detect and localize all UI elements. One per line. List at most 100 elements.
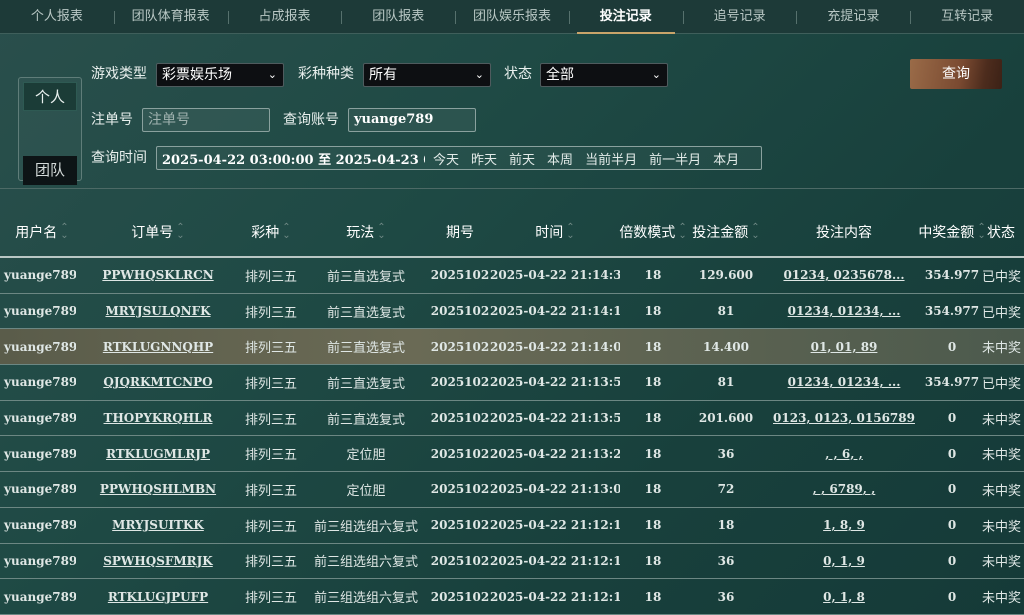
column-header[interactable]: 彩种 ⌃ ⌄ [240, 222, 302, 242]
cell-amount: 201.600 [698, 411, 754, 426]
sort-icon[interactable]: ⌃ ⌄ [377, 223, 385, 241]
tab-3[interactable]: 团队报表 [341, 0, 455, 33]
cell-content[interactable]: , , 6789, , [766, 482, 922, 496]
cell-content[interactable]: 01234, 0235678... [766, 268, 922, 282]
column-header[interactable]: 玩法 ⌃ ⌄ [302, 222, 430, 242]
cell-multiple: 18 [644, 304, 662, 319]
lottery-select[interactable]: 所有 ⌄ [363, 63, 491, 87]
cell-status: 未中奖 [982, 448, 1022, 464]
cell-order[interactable]: MRYJSULQNFK [76, 304, 240, 318]
cell-win: 354.977 [924, 375, 980, 390]
cell-content[interactable]: 1, 8, 9 [766, 518, 922, 532]
table-body: yuange789 PPWHQSKLRCN 排列三五 前三直选复式 2025102 202… [0, 258, 1024, 615]
cell-win: 354.977 [924, 304, 980, 319]
column-header-label: 投注金额 [692, 225, 749, 241]
date-range-input[interactable]: 2025-04-22 03:00:00 至 2025-04-23 03:00:0… [157, 149, 425, 168]
cell-order[interactable]: PPWHQSKLRCN [76, 268, 240, 282]
cell-status: 未中奖 [982, 591, 1022, 607]
cell-multiple: 18 [644, 411, 662, 426]
cell-content[interactable]: 01, 01, 89 [766, 340, 922, 354]
tab-7[interactable]: 充提记录 [796, 0, 910, 33]
time-label: 查询时间 [91, 150, 147, 166]
sort-icon[interactable]: ⌃ ⌄ [566, 223, 574, 241]
quick-range-0[interactable]: 今天 [433, 149, 459, 168]
cell-amount: 18 [717, 518, 735, 533]
cell-issue: 2025102 [430, 446, 490, 461]
cell-content[interactable]: 0123, 0123, 0156789 [766, 411, 922, 425]
cell-order[interactable]: QJQRKMTCNPO [76, 375, 240, 389]
status-select[interactable]: 全部 ⌄ [540, 63, 668, 87]
cell-time: 2025-04-22 21:12:10 [490, 589, 620, 604]
sort-icon[interactable]: ⌃ ⌄ [176, 223, 184, 241]
tab-5[interactable]: 投注记录 [568, 0, 683, 34]
tab-4[interactable]: 团队娱乐报表 [455, 0, 569, 33]
quick-range-2[interactable]: 前天 [509, 149, 535, 168]
cell-order[interactable]: MRYJSUITKK [76, 518, 240, 532]
cell-content[interactable]: , , 6, , [766, 447, 922, 461]
game-type-select[interactable]: 彩票娱乐场 ⌄ [156, 63, 284, 87]
column-header[interactable]: 中奖金额 ⌃ ⌄ [918, 222, 985, 242]
cell-win: 0 [947, 482, 957, 497]
quick-range-6[interactable]: 本月 [713, 149, 739, 168]
status-label: 状态 [504, 66, 532, 82]
tab-8[interactable]: 互转记录 [910, 0, 1024, 33]
cell-lottery: 排列三五 [244, 341, 297, 357]
cell-win: 0 [947, 589, 957, 604]
tab-1[interactable]: 团队体育报表 [113, 0, 228, 33]
scope-team-button[interactable]: 团队 [23, 156, 77, 185]
cell-content[interactable]: 01234, 01234, ... [766, 375, 922, 389]
cell-win: 0 [947, 553, 957, 568]
cell-order[interactable]: PPWHQSHLMBN [76, 482, 240, 496]
cell-lottery: 排列三五 [244, 591, 297, 607]
column-header[interactable]: 时间 ⌃ ⌄ [490, 222, 620, 242]
column-header[interactable]: 投注金额 ⌃ ⌄ [686, 222, 766, 242]
table-row: yuange789 MRYJSUITKK 排列三五 前三组选组六复式 2025102 20… [0, 508, 1024, 544]
cell-status: 未中奖 [982, 412, 1022, 428]
cell-order[interactable]: THOPYKRQHLR [76, 411, 240, 425]
cell-amount: 14.400 [703, 339, 749, 354]
cell-win: 354.977 [924, 268, 980, 283]
cell-order[interactable]: RTKLUGNNQHP [76, 340, 240, 354]
cell-user: yuange789 [4, 553, 76, 568]
scope-personal-button[interactable]: 个人 [23, 82, 77, 111]
quick-range-5[interactable]: 前一半月 [649, 149, 701, 168]
cell-play: 前三直选复式 [326, 305, 405, 321]
cell-issue: 2025102 [430, 411, 490, 426]
quick-range-1[interactable]: 昨天 [471, 149, 497, 168]
tab-2[interactable]: 占成报表 [227, 0, 342, 33]
cell-content[interactable]: 01234, 01234, ... [766, 304, 922, 318]
order-input[interactable]: 注单号 [142, 108, 270, 132]
cell-lottery: 排列三五 [244, 412, 297, 428]
cell-time: 2025-04-22 21:13:07 [490, 482, 620, 497]
tab-0[interactable]: 个人报表 [0, 0, 114, 33]
query-button[interactable]: 查询 [910, 59, 1002, 89]
cell-play: 前三直选复式 [326, 412, 405, 428]
tab-6[interactable]: 追号记录 [682, 0, 797, 33]
table-row: yuange789 THOPYKRQHLR 排列三五 前三直选复式 2025102 202… [0, 401, 1024, 437]
cell-multiple: 18 [644, 589, 662, 604]
column-header[interactable]: 用户名 ⌃ ⌄ [0, 222, 76, 242]
sort-icon[interactable]: ⌃ ⌄ [751, 223, 759, 241]
column-header[interactable]: 倍数模式 ⌃ ⌄ [619, 222, 686, 242]
quick-range-3[interactable]: 本周 [547, 149, 573, 168]
sort-icon[interactable]: ⌃ ⌄ [60, 223, 68, 241]
column-header[interactable]: 订单号 ⌃ ⌄ [76, 222, 240, 242]
sort-icon[interactable]: ⌃ ⌄ [282, 223, 290, 241]
cell-content[interactable]: 0, 1, 9 [766, 554, 922, 568]
column-header-label: 中奖金额 [918, 225, 975, 241]
account-input[interactable]: yuange789 [348, 108, 476, 132]
cell-user: yuange789 [4, 375, 76, 390]
cell-order[interactable]: SPWHQSFMRJK [76, 554, 240, 568]
cell-content[interactable]: 0, 1, 8 [766, 590, 922, 604]
table-row: yuange789 MRYJSULQNFK 排列三五 前三直选复式 2025102 202… [0, 294, 1024, 330]
lottery-value: 所有 [369, 67, 397, 83]
cell-order[interactable]: RTKLUGMLRJP [76, 447, 240, 461]
cell-issue: 2025102 [430, 375, 490, 390]
cell-amount: 72 [717, 482, 735, 497]
cell-amount: 36 [717, 589, 735, 604]
cell-multiple: 18 [644, 553, 662, 568]
cell-order[interactable]: RTKLUGJPUFP [76, 590, 240, 604]
quick-range-4[interactable]: 当前半月 [585, 149, 637, 168]
column-header: 期号 [430, 222, 490, 242]
cell-user: yuange789 [4, 446, 76, 461]
